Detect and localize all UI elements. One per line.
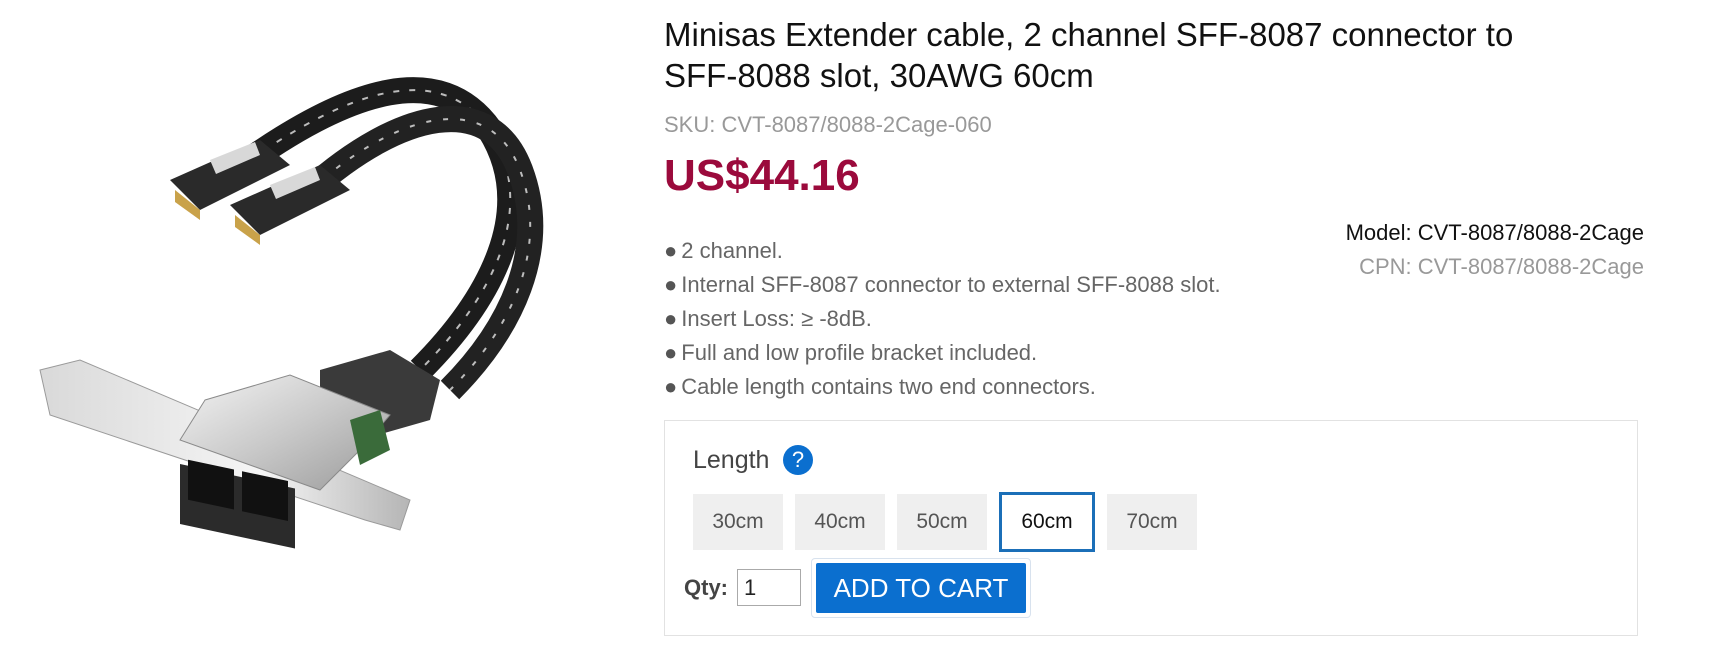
length-option-40cm[interactable]: 40cm: [795, 494, 885, 550]
feature-list: ● 2 channel. ● Internal SFF-8087 connector…: [664, 234, 1221, 404]
feature-text: Full and low profile bracket included.: [681, 340, 1038, 365]
product-options-panel: Length ? 30cm 40cm 50cm 60cm 70cm Qty: A…: [664, 420, 1638, 636]
feature-text: Cable length contains two end connectors…: [681, 374, 1096, 399]
feature-item: ● 2 channel.: [664, 234, 1221, 268]
feature-text: Insert Loss: ≥ -8dB.: [681, 306, 872, 331]
add-to-cart-wrapper: ADD TO CART: [811, 558, 1031, 618]
product-sku: SKU: CVT-8087/8088-2Cage-060: [664, 112, 992, 137]
product-photo-sff8087-cable: [39, 77, 544, 549]
length-option-group: 30cm 40cm 50cm 60cm 70cm: [693, 492, 1209, 552]
bullet-icon: ●: [664, 340, 678, 365]
feature-item: ● Full and low profile bracket included.: [664, 336, 1221, 370]
product-title: Minisas Extender cable, 2 channel SFF-80…: [664, 16, 1514, 94]
bullet-icon: ●: [664, 238, 678, 263]
qty-label: Qty:: [684, 575, 728, 600]
add-to-cart-button[interactable]: ADD TO CART: [816, 563, 1026, 613]
model-number: Model: CVT-8087/8088-2Cage: [1345, 220, 1644, 245]
bullet-icon: ●: [664, 272, 678, 297]
length-option-30cm[interactable]: 30cm: [693, 494, 783, 550]
cpn-number: CPN: CVT-8087/8088-2Cage: [1359, 254, 1644, 279]
length-option-70cm[interactable]: 70cm: [1107, 494, 1197, 550]
feature-text: 2 channel.: [681, 238, 783, 263]
length-option-60cm[interactable]: 60cm: [999, 492, 1095, 552]
feature-item: ● Internal SFF-8087 connector to external…: [664, 268, 1221, 302]
length-option-50cm[interactable]: 50cm: [897, 494, 987, 550]
feature-text: Internal SFF-8087 connector to external …: [681, 272, 1221, 297]
qty-input[interactable]: [737, 569, 801, 606]
feature-item: ● Insert Loss: ≥ -8dB.: [664, 302, 1221, 336]
product-meta: Model: CVT-8087/8088-2Cage CPN: CVT-8087…: [1346, 216, 1644, 284]
feature-item: ● Cable length contains two end connector…: [664, 370, 1221, 404]
product-image: [20, 70, 620, 650]
length-label: Length: [693, 446, 770, 474]
bullet-icon: ●: [664, 374, 678, 399]
bullet-icon: ●: [664, 306, 678, 331]
help-icon[interactable]: ?: [783, 445, 813, 475]
product-price: US$44.16: [664, 151, 860, 200]
